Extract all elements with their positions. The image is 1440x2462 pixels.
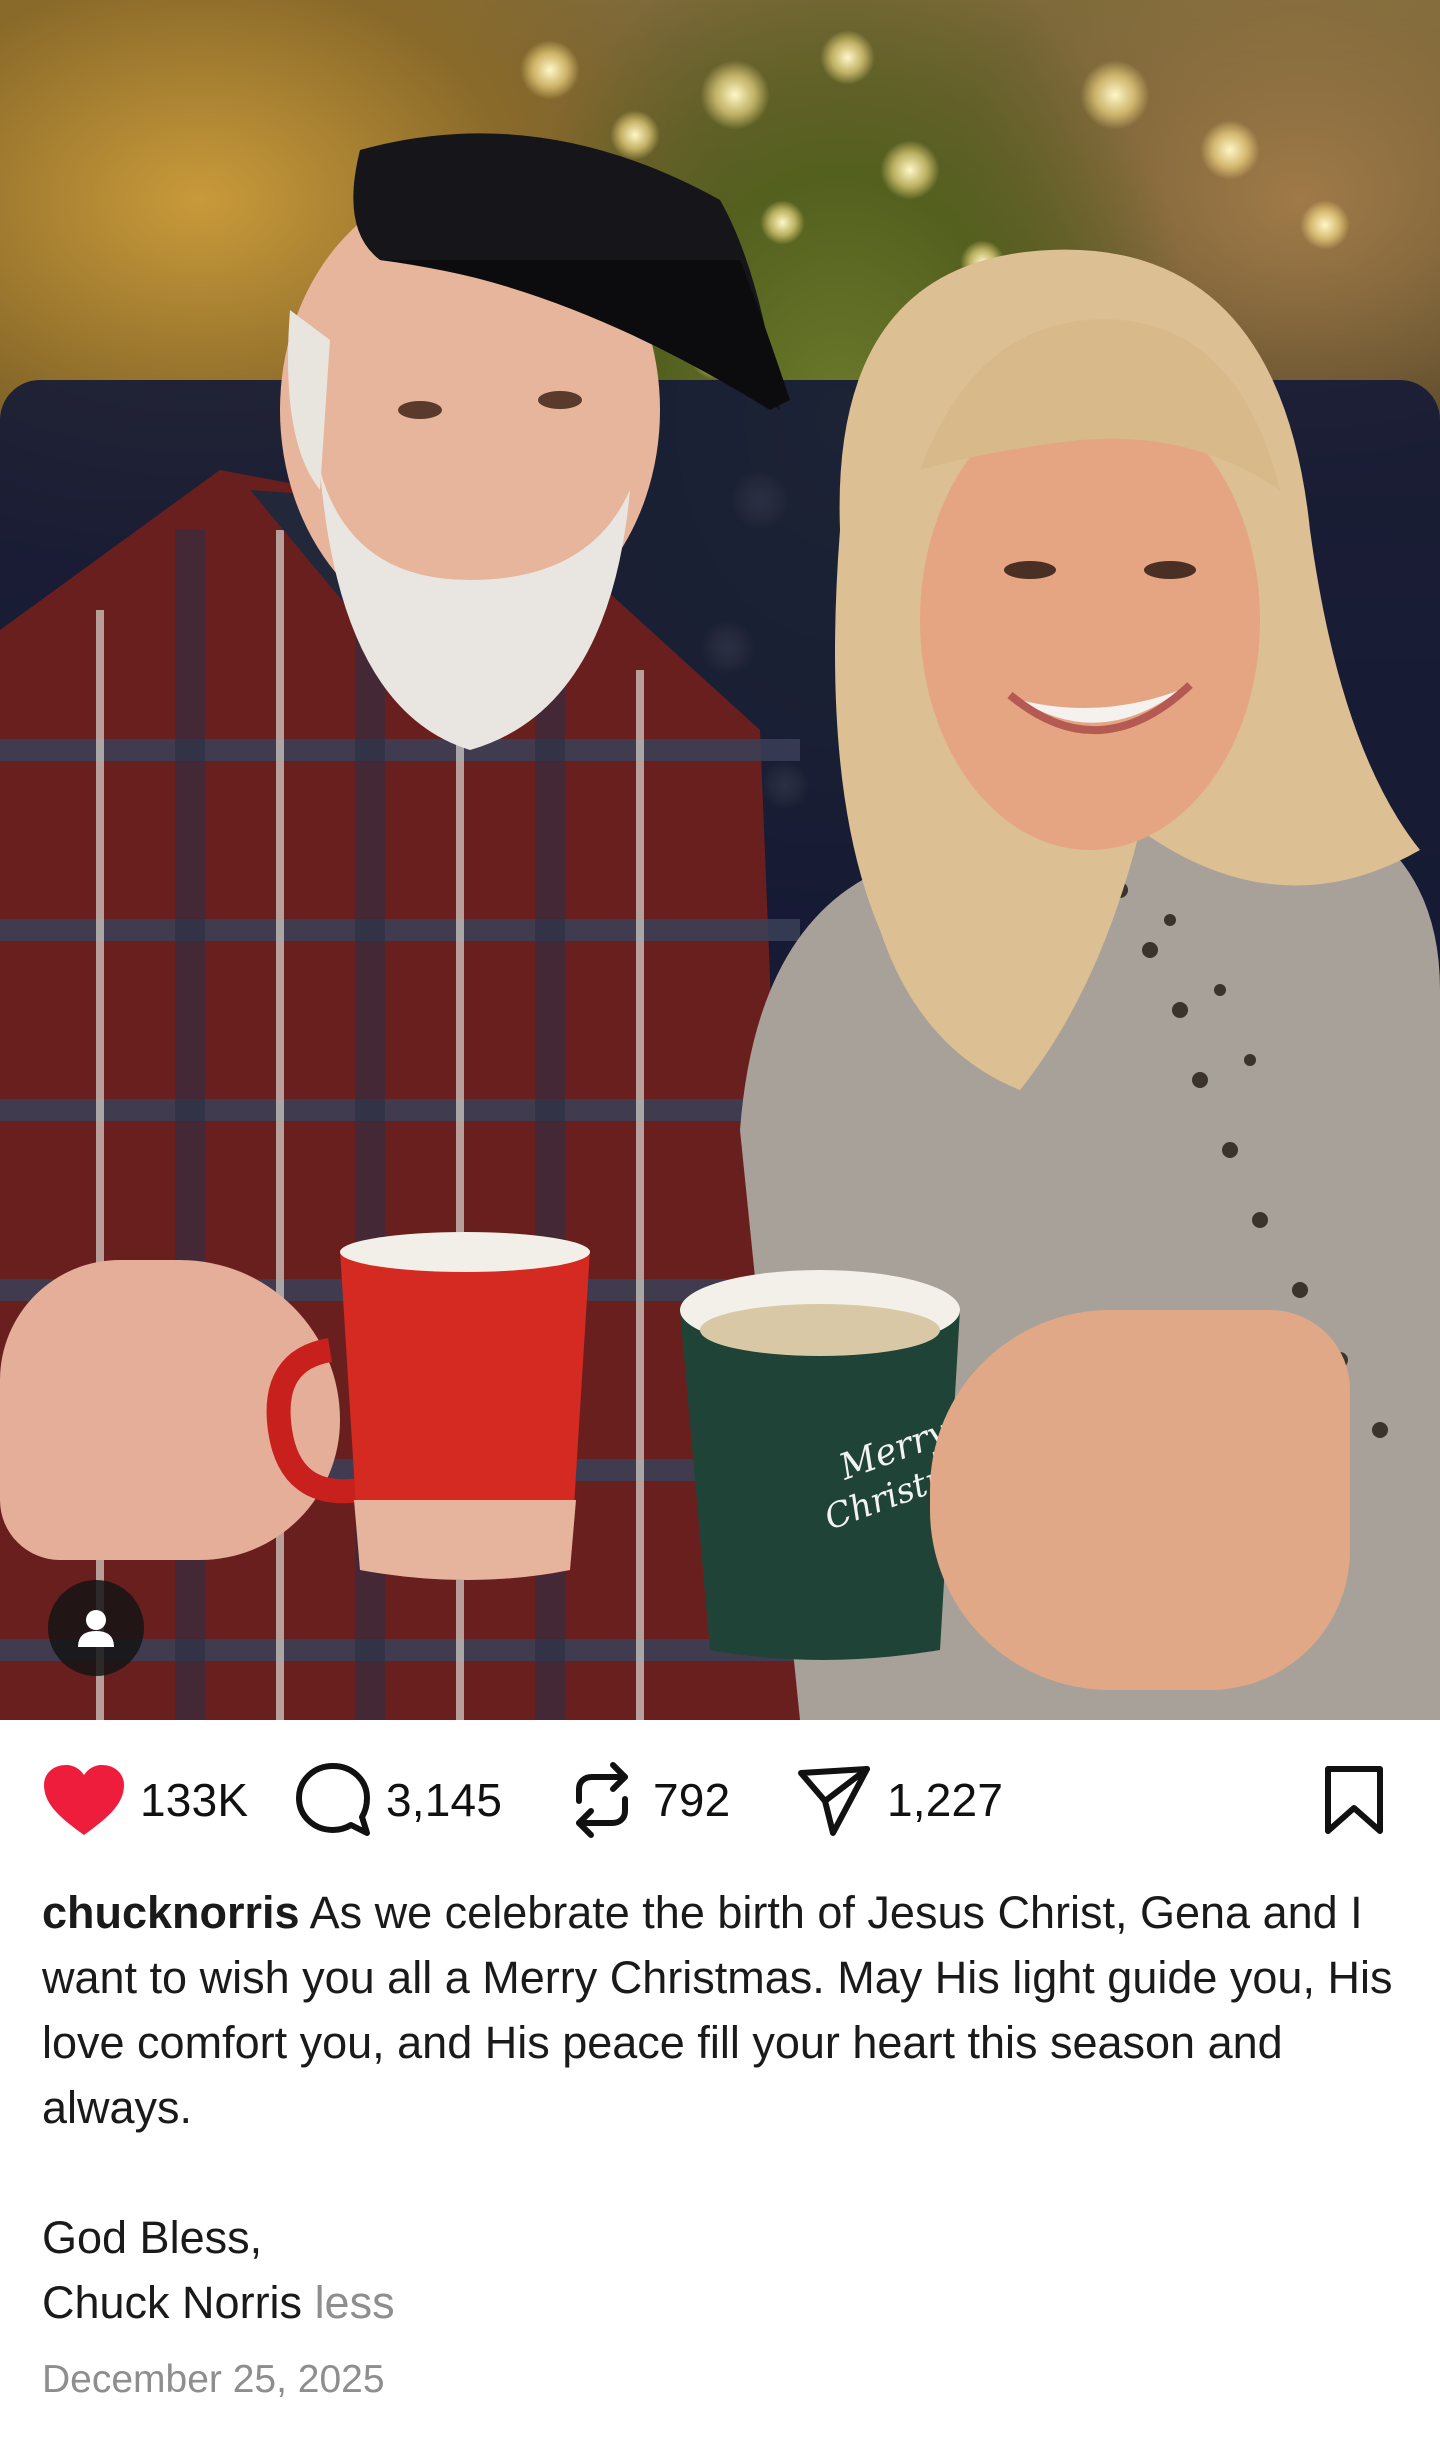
comment-button[interactable]: 3,145 bbox=[294, 1760, 502, 1840]
action-bar: 133K 3,145 792 1,227 bbox=[0, 1720, 1440, 1880]
caption-sign-line: God Bless, bbox=[42, 2212, 263, 2263]
comment-count: 3,145 bbox=[386, 1774, 503, 1826]
username-link[interactable]: chucknorris bbox=[42, 1887, 300, 1938]
tree-light bbox=[520, 40, 580, 100]
comment-icon bbox=[296, 1763, 370, 1836]
like-count: 133K bbox=[140, 1774, 249, 1826]
like-button[interactable]: 133K bbox=[42, 1760, 248, 1840]
bookmark-icon bbox=[1325, 1766, 1383, 1834]
red-mug bbox=[266, 1232, 590, 1580]
user-tag-icon bbox=[78, 1610, 114, 1647]
hand bbox=[930, 1310, 1350, 1690]
user-tag-button[interactable] bbox=[48, 1580, 144, 1676]
repost-count: 792 bbox=[653, 1774, 731, 1826]
share-count: 1,227 bbox=[887, 1774, 1004, 1826]
share-icon bbox=[798, 1766, 870, 1836]
tree-light bbox=[880, 140, 940, 200]
repost-icon bbox=[576, 1762, 628, 1838]
heart-icon bbox=[44, 1765, 124, 1835]
share-button[interactable]: 1,227 bbox=[795, 1760, 1003, 1840]
tree-light bbox=[1080, 60, 1150, 130]
caption-sign-line: Chuck Norris bbox=[42, 2277, 303, 2328]
post-date: December 25, 2025 bbox=[42, 2358, 385, 2401]
post-photo[interactable]: Merry Christmas bbox=[0, 0, 1440, 1720]
less-link[interactable]: less bbox=[315, 2277, 395, 2328]
tree-light bbox=[1200, 120, 1260, 180]
repost-button[interactable]: 792 bbox=[565, 1760, 730, 1840]
post-caption: chucknorris As we celebrate the birth of… bbox=[42, 1880, 1412, 2335]
save-button[interactable] bbox=[1318, 1762, 1390, 1838]
tree-light bbox=[820, 30, 875, 85]
